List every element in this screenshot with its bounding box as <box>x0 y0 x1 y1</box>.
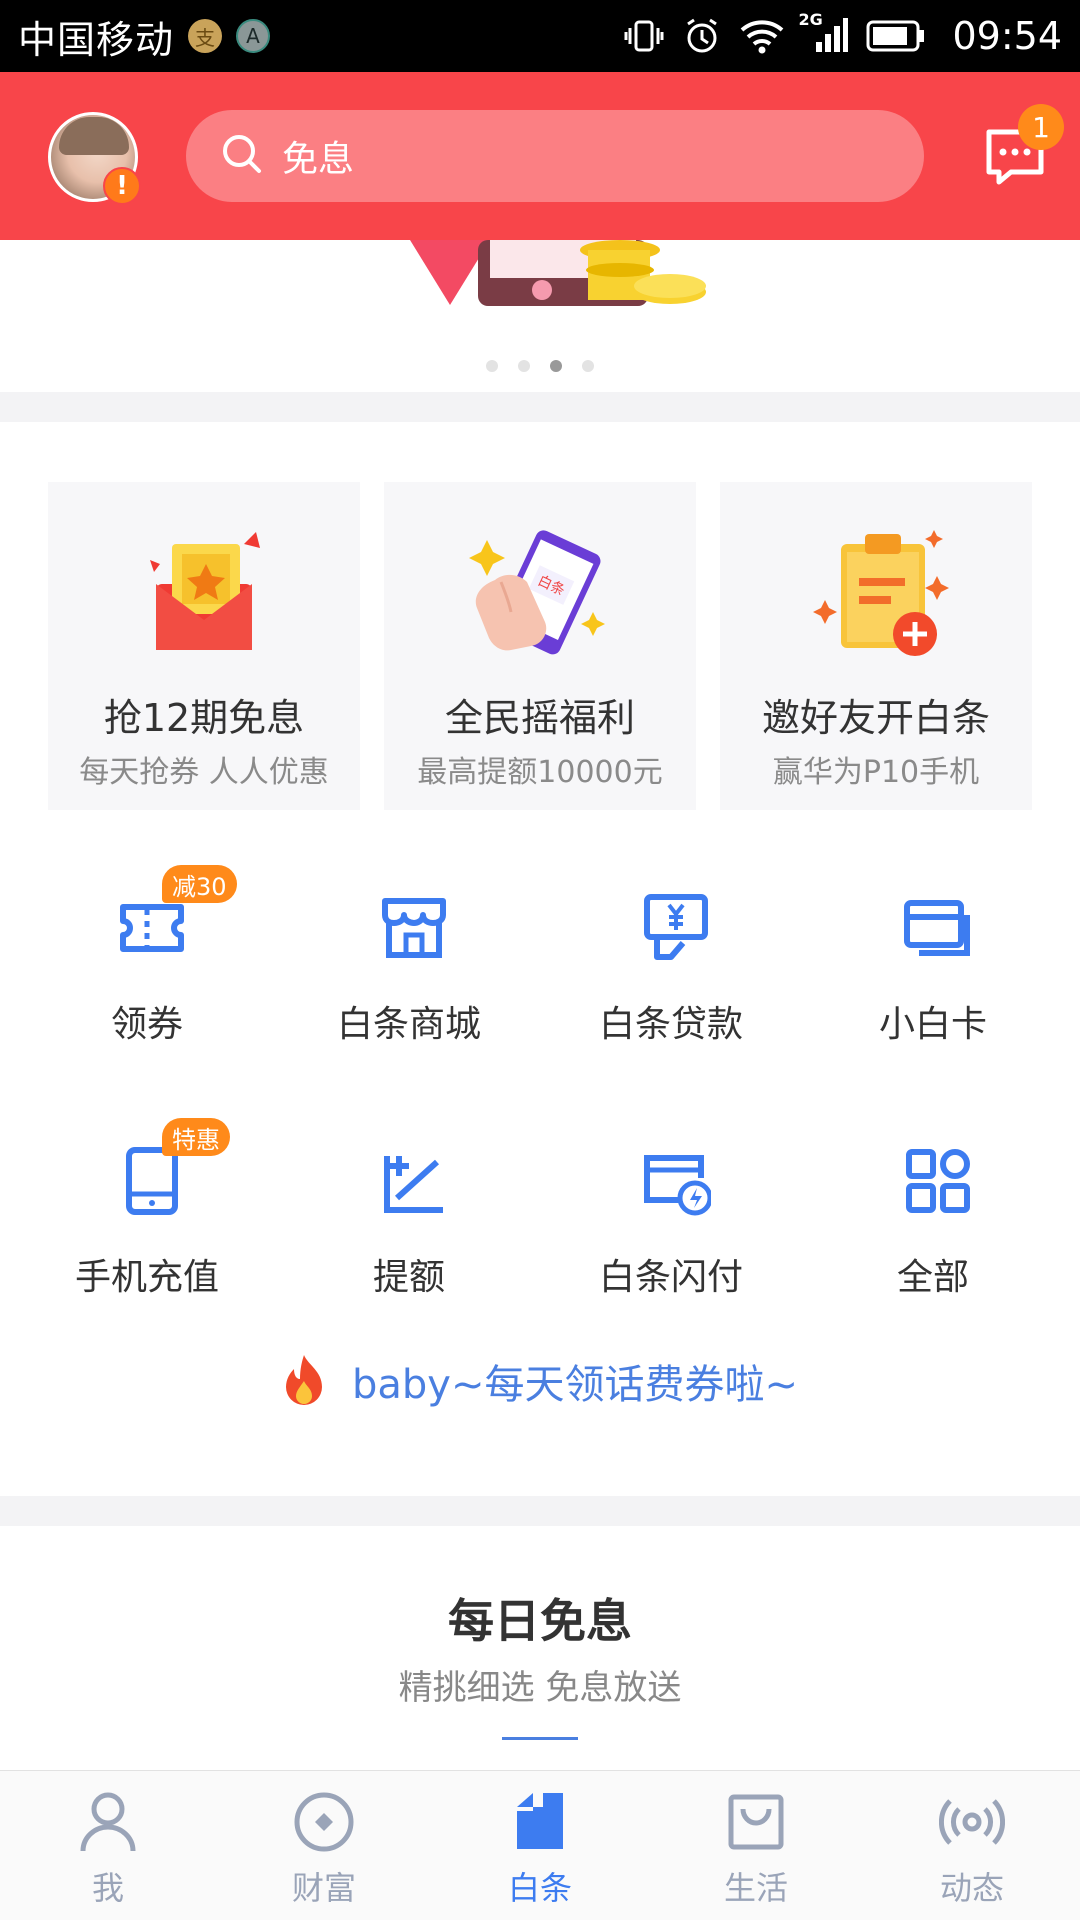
network-type-label: 2G <box>798 10 823 29</box>
grid-item-label: 白条商城 <box>336 1004 481 1045</box>
grid-item-raise-limit[interactable]: 提额 <box>274 1146 544 1346</box>
nav-item-feed[interactable]: 动态 <box>864 1771 1080 1920</box>
grid-item-card[interactable]: 小白卡 <box>798 893 1068 1093</box>
promo-card-subtitle: 最高提额10000元 <box>417 755 663 790</box>
avatar-alert-badge: ! <box>103 167 141 205</box>
a-notification-icon: A <box>236 19 271 53</box>
all-apps-icon <box>903 1146 973 1216</box>
coupon-icon <box>117 893 187 963</box>
nav-label: 财富 <box>291 1869 356 1907</box>
quickpay-icon <box>641 1146 713 1216</box>
red-envelope-ticket-icon <box>48 522 360 672</box>
grid-item-quickpay[interactable]: 白条闪付 <box>536 1146 806 1346</box>
bottom-nav: 我 财富 白条 生活 动态 <box>0 1770 1080 1920</box>
grid-item-label: 提额 <box>372 1257 445 1298</box>
promo-card-title: 抢12期免息 <box>103 696 305 740</box>
bag-icon <box>723 1789 789 1855</box>
carousel-dot[interactable] <box>518 360 530 372</box>
grid-item-label: 小白卡 <box>878 1004 987 1045</box>
grid-item-label: 全部 <box>896 1257 969 1298</box>
section-divider <box>0 1496 1080 1526</box>
battery-icon <box>866 18 926 54</box>
section-underline <box>502 1737 578 1740</box>
nav-label: 白条 <box>507 1869 572 1907</box>
fire-icon <box>282 1353 326 1409</box>
search-icon <box>220 132 264 180</box>
carousel-dot-active[interactable] <box>550 360 562 372</box>
promo-card-invite[interactable]: 邀好友开白条 赢华为P10手机 <box>720 482 1032 810</box>
broadcast-icon <box>938 1789 1006 1855</box>
wifi-icon <box>740 16 784 56</box>
invite-clipboard-icon <box>720 522 1032 672</box>
app-screen: 中国移动 支 A 2G 09:54 ! 免息 1 抢12期免息 每天抢券 人人优… <box>0 0 1080 1920</box>
clock-time: 09:54 <box>952 14 1062 58</box>
promo-card-title: 邀好友开白条 <box>761 696 990 740</box>
nav-label: 生活 <box>723 1869 788 1907</box>
grid-item-loan[interactable]: 白条贷款 <box>536 893 806 1093</box>
promo-tip-text[interactable]: baby~每天领话费券啦~ <box>352 1352 798 1410</box>
grid-item-label: 白条贷款 <box>598 1004 743 1045</box>
alarm-icon <box>682 16 722 56</box>
wealth-icon <box>291 1789 357 1855</box>
section-divider <box>0 392 1080 422</box>
vibrate-icon <box>624 16 664 56</box>
top-header: ! 免息 1 <box>0 72 1080 240</box>
grid-item-all[interactable]: 全部 <box>798 1146 1068 1346</box>
grid-item-label: 领券 <box>110 1004 183 1045</box>
nav-item-me[interactable]: 我 <box>0 1771 216 1920</box>
baitiao-icon <box>507 1789 573 1855</box>
phone-recharge-icon <box>117 1146 187 1216</box>
promo-card-subtitle: 赢华为P10手机 <box>772 755 980 790</box>
carousel-dots <box>0 360 1080 372</box>
coupon-badge: 减30 <box>162 865 237 903</box>
person-icon <box>75 1789 141 1855</box>
search-input[interactable]: 免息 <box>282 130 354 182</box>
nav-label: 动态 <box>939 1869 1004 1907</box>
grid-item-coupon[interactable]: 减30 领券 <box>12 865 282 1093</box>
carousel-dot[interactable] <box>486 360 498 372</box>
promo-tip[interactable]: baby~每天领话费券啦~ <box>0 1352 1080 1410</box>
status-icons: 2G 09:54 <box>624 10 1062 58</box>
phone-recharge-badge: 特惠 <box>162 1118 230 1156</box>
shake-phone-icon: 白条 <box>384 522 696 672</box>
section-subtitle: 精挑细选 免息放送 <box>398 1668 682 1708</box>
alipay-notification-icon: 支 <box>188 19 223 53</box>
grid-item-store[interactable]: 白条商城 <box>274 893 544 1093</box>
nav-item-life[interactable]: 生活 <box>648 1771 864 1920</box>
nav-item-wealth[interactable]: 财富 <box>216 1771 432 1920</box>
grid-item-label: 手机充值 <box>74 1257 219 1298</box>
loan-icon <box>641 893 711 963</box>
grid-item-label: 白条闪付 <box>598 1257 743 1298</box>
nav-item-baitiao[interactable]: 白条 <box>432 1771 648 1920</box>
promo-card-shake[interactable]: 白条 全民摇福利 最高提额10000元 <box>384 482 696 810</box>
signal-icon: 2G <box>798 10 849 56</box>
carrier-name: 中国移动 <box>18 17 175 62</box>
carousel-dot[interactable] <box>582 360 594 372</box>
nav-label: 我 <box>91 1869 124 1907</box>
grid-item-phone-recharge[interactable]: 特惠 手机充值 <box>12 1118 282 1346</box>
search-bar[interactable]: 免息 <box>186 110 924 202</box>
avatar[interactable]: ! <box>48 112 141 205</box>
card-icon <box>903 893 973 963</box>
promo-card-title: 全民摇福利 <box>444 696 635 740</box>
message-count-badge: 1 <box>1018 104 1064 150</box>
promo-card-interest-free[interactable]: 抢12期免息 每天抢券 人人优惠 <box>48 482 360 810</box>
raise-limit-icon <box>379 1146 449 1216</box>
section-title: 每日免息 <box>448 1594 632 1648</box>
status-bar: 中国移动 支 A 2G 09:54 <box>0 0 1080 72</box>
promo-card-subtitle: 每天抢券 人人优惠 <box>79 755 329 790</box>
store-icon <box>379 893 449 963</box>
